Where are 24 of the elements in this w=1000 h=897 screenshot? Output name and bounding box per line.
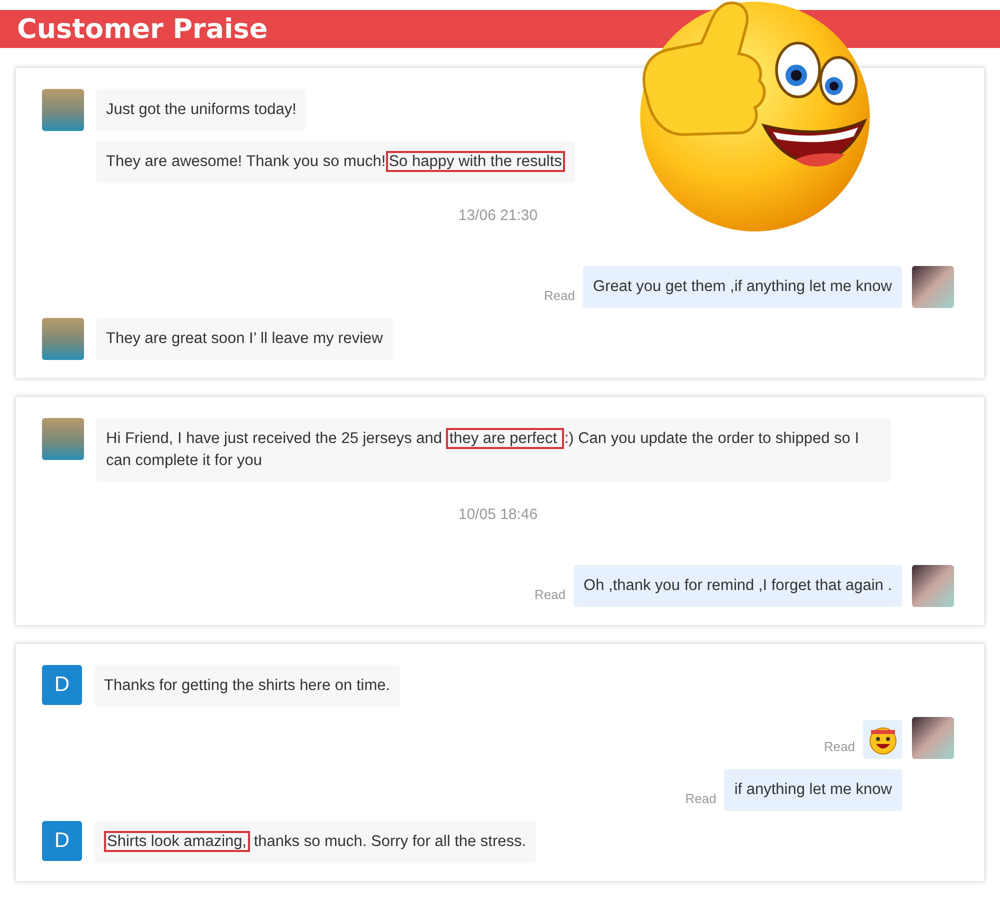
message-bubble: Just got the uniforms today! — [96, 89, 306, 131]
read-receipt: Read — [824, 739, 855, 754]
message-bubble: if anything let me know — [724, 769, 902, 811]
message-bubble: Shirts look amazing, thanks so much. Sorry for all the stress. — [94, 821, 536, 863]
read-receipt: Read — [534, 587, 566, 602]
message-bubble: They are awesome! Thank you so much! So happy with the results — [96, 141, 575, 183]
avatar-photo — [912, 565, 954, 607]
timestamp: 13/06 21:30 — [458, 207, 538, 224]
message-bubble: Thanks for getting the shirts here on time. — [94, 665, 400, 707]
avatar-photo — [912, 717, 954, 759]
message-bubble: They are great soon I’ ll leave my review — [96, 318, 393, 360]
message-bubble: Oh ,thank you for remind ,I forget that again . — [574, 565, 902, 607]
letter-avatar: D — [42, 665, 82, 705]
message-bubble: Great you get them ,if anything let me know — [583, 266, 902, 308]
timestamp: 10/05 18:46 — [458, 506, 538, 523]
message-bubble: Hi Friend, I have just received the 25 jerseys and they are perfect :) Can you update the order to shipped so I can complete it for you — [96, 418, 891, 482]
read-receipt: Read — [685, 791, 716, 806]
avatar-photo — [42, 89, 84, 131]
read-receipt: Read — [544, 288, 576, 303]
avatar-photo — [42, 318, 84, 360]
avatar-photo — [912, 266, 954, 308]
page-title: Customer Praise — [17, 14, 268, 44]
letter-avatar: D — [42, 821, 82, 861]
avatar-photo — [42, 418, 84, 460]
